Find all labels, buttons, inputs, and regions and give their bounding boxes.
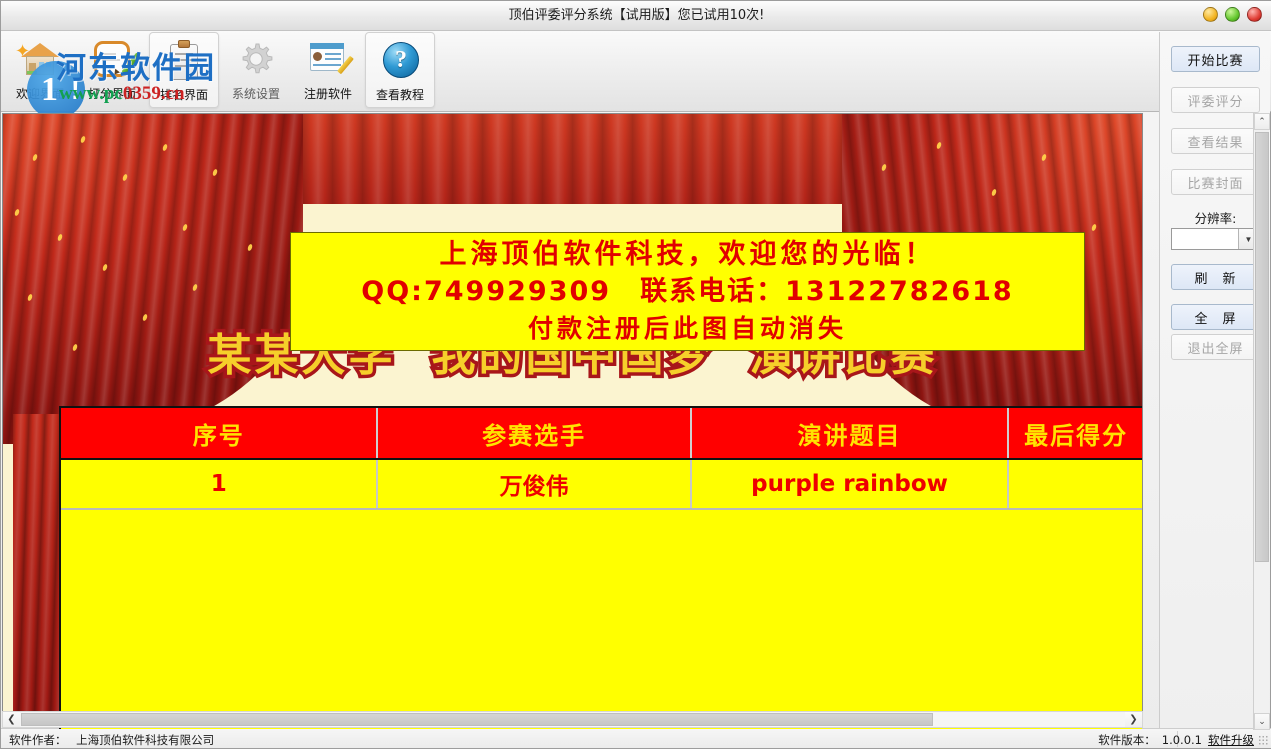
judge-scoring-button[interactable]: 评委评分 bbox=[1171, 87, 1260, 113]
vertical-scroll-thumb[interactable] bbox=[1255, 132, 1269, 562]
close-button[interactable] bbox=[1247, 7, 1262, 22]
nag-line-1: 上海顶伯软件科技，欢迎您的光临！ bbox=[291, 237, 1084, 273]
resolution-select[interactable]: ▼ bbox=[1171, 228, 1259, 250]
refresh-button[interactable]: 刷 新 bbox=[1171, 264, 1260, 290]
toolbar-item-ranking[interactable]: 排名界面 bbox=[149, 32, 219, 108]
software-upgrade-link[interactable]: 软件升级 bbox=[1208, 732, 1254, 748]
ranking-stage: 某某大学我的国中国梦演讲比赛 上海顶伯软件科技，欢迎您的光临！ QQ:74992… bbox=[2, 113, 1143, 730]
gear-icon bbox=[234, 37, 278, 81]
toolbar-item-scoring[interactable]: 打分界面 bbox=[77, 32, 147, 108]
toolbar-label-welcome: 欢迎界面 bbox=[16, 85, 64, 102]
column-header-index[interactable]: 序号 bbox=[61, 408, 378, 458]
status-version: 软件版本： 1.0.0.1 软件升级 bbox=[1098, 732, 1254, 748]
author-value: 上海顶伯软件科技有限公司 bbox=[76, 733, 214, 747]
cell-final-score bbox=[1009, 460, 1143, 508]
table-empty-area bbox=[61, 508, 1143, 730]
scroll-left-button[interactable]: ❮ bbox=[3, 712, 20, 727]
main-toolbar: 欢迎界面 打分界面 排名界面 bbox=[1, 31, 1271, 112]
horizontal-scroll-thumb[interactable] bbox=[21, 713, 933, 726]
curtain-tail-left bbox=[13, 414, 65, 730]
exit-fullscreen-button[interactable]: 退出全屏 bbox=[1171, 334, 1260, 360]
start-competition-button[interactable]: 开始比赛 bbox=[1171, 46, 1260, 72]
table-header-row: 序号 参赛选手 演讲题目 最后得分 bbox=[61, 408, 1143, 458]
register-card-icon bbox=[306, 37, 350, 81]
minimize-button[interactable] bbox=[1203, 7, 1218, 22]
cell-index: 1 bbox=[61, 460, 378, 508]
home-icon bbox=[18, 37, 62, 81]
title-bar: 顶伯评委评分系统【试用版】您已试用10次! bbox=[1, 1, 1271, 31]
toolbar-label-register: 注册软件 bbox=[304, 85, 352, 102]
ranking-table: 序号 参赛选手 演讲题目 最后得分 1 万俊伟 purple rainbow bbox=[59, 406, 1143, 730]
toolbar-item-register[interactable]: 注册软件 bbox=[293, 32, 363, 108]
fullscreen-button[interactable]: 全 屏 bbox=[1171, 304, 1260, 330]
table-row[interactable]: 1 万俊伟 purple rainbow bbox=[61, 458, 1143, 508]
column-header-topic[interactable]: 演讲题目 bbox=[692, 408, 1009, 458]
toolbar-label-ranking: 排名界面 bbox=[160, 86, 208, 103]
application-window: 顶伯评委评分系统【试用版】您已试用10次! 欢迎界面 bbox=[0, 0, 1271, 749]
view-results-button[interactable]: 查看结果 bbox=[1171, 128, 1260, 154]
toolbar-item-welcome[interactable]: 欢迎界面 bbox=[5, 32, 75, 108]
maximize-button[interactable] bbox=[1225, 7, 1240, 22]
resolution-value[interactable] bbox=[1172, 229, 1238, 249]
toolbar-label-tutorial: 查看教程 bbox=[376, 86, 424, 103]
version-label: 软件版本： bbox=[1098, 732, 1156, 748]
scoresheet-icon bbox=[90, 37, 134, 81]
scroll-down-button[interactable]: ⌄ bbox=[1254, 713, 1270, 730]
trial-nag-banner: 上海顶伯软件科技，欢迎您的光临！ QQ:749929309 联系电话：13122… bbox=[290, 232, 1085, 351]
author-label: 软件作者： bbox=[9, 733, 67, 747]
toolbar-label-settings: 系统设置 bbox=[232, 85, 280, 102]
vertical-scrollbar[interactable]: ⌃ ⌄ bbox=[1253, 113, 1269, 730]
help-question-icon: ? bbox=[378, 38, 422, 82]
window-title: 顶伯评委评分系统【试用版】您已试用10次! bbox=[1, 1, 1271, 31]
clipboard-icon bbox=[162, 38, 206, 82]
competition-cover-button[interactable]: 比赛封面 bbox=[1171, 169, 1260, 195]
horizontal-scrollbar[interactable]: ❮ ❯ bbox=[2, 711, 1143, 728]
window-controls bbox=[1203, 7, 1262, 22]
nag-line-3: 付款注册后此图自动消失 bbox=[291, 311, 1084, 347]
column-header-final-score[interactable]: 最后得分 bbox=[1009, 408, 1143, 458]
cell-topic: purple rainbow bbox=[692, 460, 1009, 508]
scroll-right-button[interactable]: ❯ bbox=[1125, 712, 1142, 727]
column-header-contestant[interactable]: 参赛选手 bbox=[378, 408, 691, 458]
scroll-up-button[interactable]: ⌃ bbox=[1254, 113, 1270, 130]
version-value: 1.0.0.1 bbox=[1162, 733, 1202, 747]
toolbar-item-tutorial[interactable]: ? 查看教程 bbox=[365, 32, 435, 108]
cell-contestant: 万俊伟 bbox=[378, 460, 691, 508]
toolbar-item-settings[interactable]: 系统设置 bbox=[221, 32, 291, 108]
status-author: 软件作者： 上海顶伯软件科技有限公司 bbox=[9, 732, 214, 748]
status-bar: 软件作者： 上海顶伯软件科技有限公司 软件版本： 1.0.0.1 软件升级 bbox=[1, 728, 1271, 748]
nag-line-2: QQ:749929309 联系电话：13122782618 bbox=[291, 273, 1084, 311]
toolbar-label-scoring: 打分界面 bbox=[88, 85, 136, 102]
resize-grip[interactable] bbox=[1258, 735, 1268, 745]
